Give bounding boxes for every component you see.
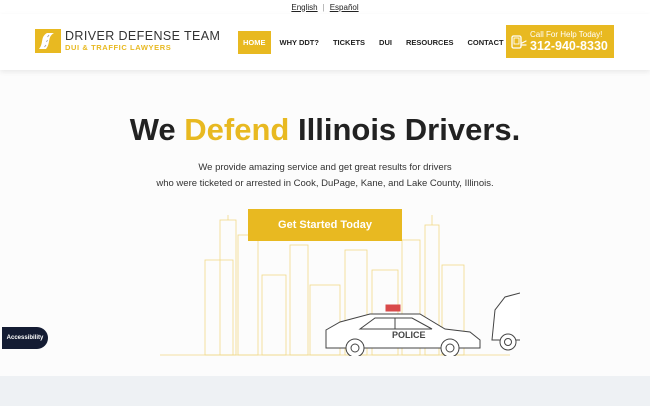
language-espanol-link[interactable]: Español <box>330 3 359 12</box>
second-car-partial <box>491 292 520 351</box>
road-logo-icon <box>35 29 61 53</box>
language-separator: | <box>322 2 325 12</box>
hero-title: We Defend Illinois Drivers. <box>0 112 650 148</box>
call-button[interactable]: Call For Help Today! 312-940-8330 <box>506 25 614 58</box>
language-bar: English | Español <box>0 0 650 14</box>
nav-contact[interactable]: CONTACT <box>462 31 508 54</box>
hero-title-pre: We <box>129 112 176 147</box>
nav-tickets[interactable]: TICKETS <box>328 31 370 54</box>
site-logo[interactable]: DRIVER DEFENSE TEAM DUI & TRAFFIC LAWYER… <box>35 29 220 53</box>
nav-why-ddt[interactable]: WHY DDT? <box>275 31 324 54</box>
hero-section: POLICE We Defend Illinois Drivers. We pr… <box>0 70 650 376</box>
call-phone: 312-940-8330 <box>530 39 608 53</box>
next-section-strip <box>0 376 650 406</box>
main-nav: HOME WHY DDT? TICKETS DUI RESOURCES CONT… <box>238 31 513 54</box>
police-car: POLICE <box>325 304 481 356</box>
nav-dui[interactable]: DUI <box>374 31 397 54</box>
hero-subtitle-line2: who were ticketed or arrested in Cook, D… <box>156 178 494 189</box>
accessibility-button[interactable]: Accessibility <box>2 327 48 349</box>
hero-subtitle: We provide amazing service and get great… <box>0 160 650 192</box>
hero-title-accent: Defend <box>184 112 290 147</box>
hero-subtitle-line1: We provide amazing service and get great… <box>198 162 452 173</box>
site-header: DRIVER DEFENSE TEAM DUI & TRAFFIC LAWYER… <box>0 14 650 70</box>
nav-resources[interactable]: RESOURCES <box>401 31 459 54</box>
police-car-label: POLICE <box>392 330 426 340</box>
language-english-link[interactable]: English <box>291 3 317 12</box>
phone-icon <box>511 34 527 49</box>
hero-title-post: Illinois Drivers. <box>298 112 521 147</box>
logo-subtitle: DUI & TRAFFIC LAWYERS <box>65 42 172 52</box>
nav-home[interactable]: HOME <box>238 31 271 54</box>
call-label: Call For Help Today! <box>530 30 603 39</box>
get-started-button[interactable]: Get Started Today <box>248 209 402 241</box>
logo-title: DRIVER DEFENSE TEAM <box>65 28 221 43</box>
